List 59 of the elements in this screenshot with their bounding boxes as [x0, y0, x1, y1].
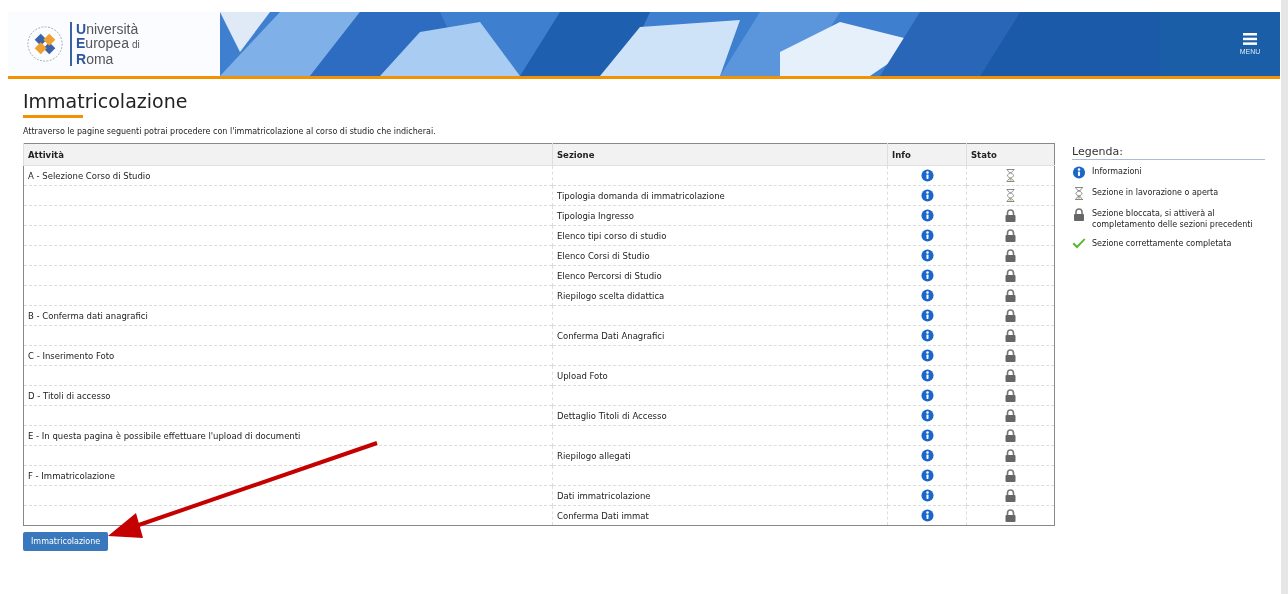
page-title: Immatricolazione	[23, 89, 189, 113]
column-header: Stato	[966, 143, 1055, 166]
section-link[interactable]: Tipologia domanda di immatricolazione	[557, 190, 725, 201]
legend-title: Legenda:	[1072, 145, 1265, 160]
lock-icon	[1072, 208, 1086, 221]
logo-text: Università	[76, 22, 139, 36]
logo-text: Europea	[76, 36, 129, 50]
menu-icon	[1243, 33, 1257, 45]
info-icon[interactable]	[920, 209, 934, 222]
activity-text: E - In questa pagina è possibile effettuare l'upload di documenti	[28, 430, 301, 441]
legend-text: Sezione in lavorazione o aperta	[1092, 187, 1219, 198]
info-icon[interactable]	[920, 169, 934, 182]
section-link[interactable]: Tipologia Ingresso	[557, 210, 634, 221]
legend-text: Sezione correttamente completata	[1092, 238, 1232, 249]
activity-text: A - Selezione Corso di Studio	[28, 170, 151, 181]
seal-logo-icon	[26, 25, 64, 63]
info-icon[interactable]	[920, 369, 934, 382]
column-header: Attività	[23, 143, 553, 166]
activity-text: B - Conferma dati anagrafici	[28, 310, 148, 321]
activity-text: D - Titoli di accesso	[28, 390, 111, 401]
section-link[interactable]: Upload Foto	[557, 370, 608, 381]
activity-text: F - Immatricolazione	[28, 470, 115, 481]
section-link[interactable]: Elenco Corsi di Studio	[557, 250, 650, 261]
scrollbar[interactable]	[1281, 0, 1288, 594]
section-link[interactable]: Riepilogo allegati	[557, 450, 631, 461]
logo-text: di	[131, 38, 140, 52]
info-icon[interactable]	[920, 389, 934, 402]
column-header: Info	[887, 143, 967, 166]
section-link[interactable]: Conferma Dati Anagrafici	[557, 330, 665, 341]
logo-text: Roma	[76, 52, 114, 66]
info-icon[interactable]	[920, 269, 934, 282]
info-icon[interactable]	[920, 449, 934, 462]
info-icon[interactable]	[920, 409, 934, 422]
hourglass-icon	[1072, 187, 1086, 200]
info-icon[interactable]	[920, 429, 934, 442]
info-icon[interactable]	[920, 469, 934, 482]
check-icon	[1072, 238, 1086, 249]
legend-text: Sezione bloccata, si attiverà al completamento delle sezioni precedenti	[1092, 208, 1254, 230]
info-icon[interactable]	[920, 249, 934, 262]
info-icon[interactable]	[920, 189, 934, 202]
section-link[interactable]: Dettaglio Titoli di Accesso	[557, 410, 667, 421]
activity-text: C - Inserimento Foto	[28, 350, 115, 361]
column-header: Sezione	[552, 143, 888, 166]
section-link[interactable]: Dati immatricolazione	[557, 490, 651, 501]
section-link[interactable]: Elenco Percorsi di Studio	[557, 270, 662, 281]
info-icon[interactable]	[920, 309, 934, 322]
immatricolazione-button[interactable]: Immatricolazione	[23, 532, 109, 551]
legend-text: Informazioni	[1092, 166, 1142, 177]
info-icon[interactable]	[920, 489, 934, 502]
section-link[interactable]: Elenco tipi corso di studio	[557, 230, 667, 241]
info-icon	[1072, 166, 1086, 179]
info-icon[interactable]	[920, 349, 934, 362]
info-icon[interactable]	[920, 229, 934, 242]
info-icon[interactable]	[920, 329, 934, 342]
info-icon[interactable]	[920, 289, 934, 302]
section-link[interactable]: Conferma Dati immat	[557, 510, 649, 521]
intro-text: Attraverso le pagine seguenti potrai procedere con l'immatricolazione al corso di studio che indicherai.	[23, 127, 437, 137]
info-icon[interactable]	[920, 509, 934, 522]
section-link[interactable]: Riepilogo scelta didattica	[557, 290, 665, 301]
